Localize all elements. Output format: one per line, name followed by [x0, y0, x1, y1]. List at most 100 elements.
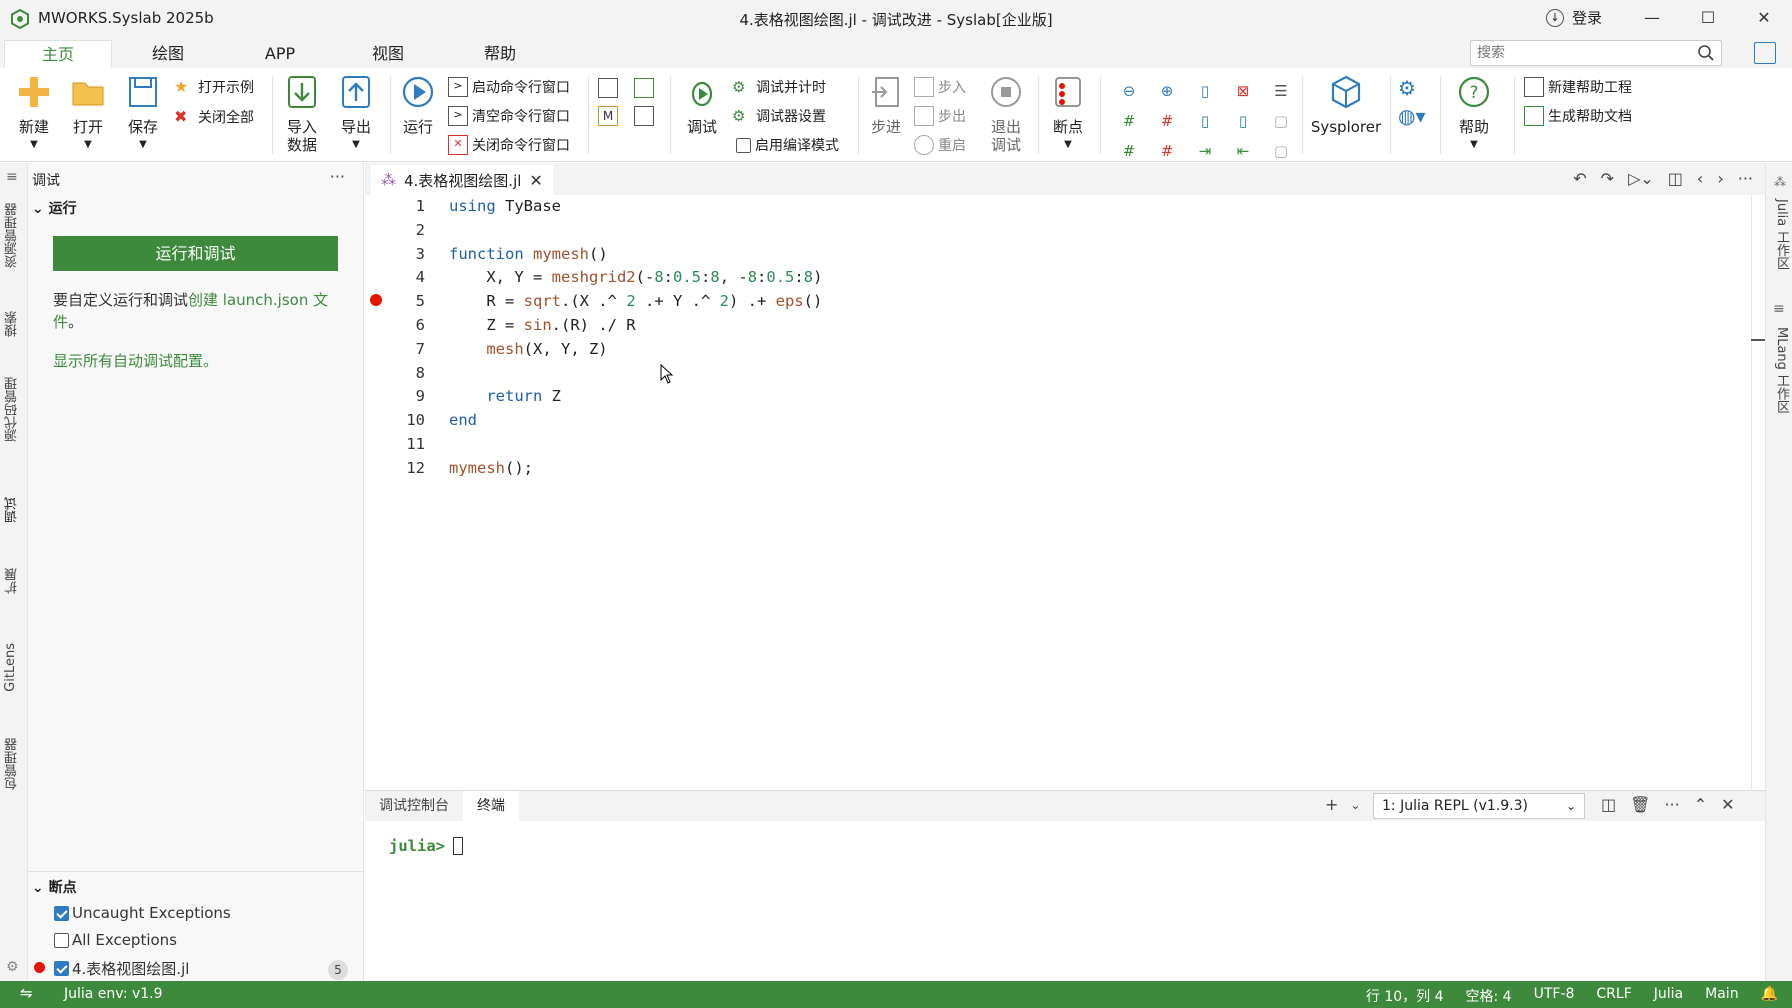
tab-view[interactable]: 视图	[340, 40, 436, 68]
new-help-project-button[interactable]: 新建帮助工程	[1524, 76, 1632, 98]
settings-gear-icon-bottom[interactable]: ⚙	[6, 959, 19, 975]
maximize-button[interactable]: ☐	[1680, 0, 1736, 36]
tab-plot[interactable]: 绘图	[120, 40, 216, 68]
activity-scm[interactable]: 源代码管理	[3, 377, 22, 442]
indent-status[interactable]: 空格: 4	[1466, 986, 1512, 1006]
tab-debug-console[interactable]: 调试控制台	[365, 791, 463, 821]
terminal-select[interactable]: 1: Julia REPL (v1.9.3) ⌄	[1373, 793, 1585, 819]
login-button[interactable]: ↓ 登录	[1546, 7, 1602, 28]
activity-explorer[interactable]: 资源管理器	[3, 203, 22, 268]
breakpoints-section-header[interactable]: ⌄ 断点	[32, 877, 77, 897]
tab-home[interactable]: 主页	[4, 40, 112, 68]
run-button[interactable]: 运行	[396, 74, 440, 136]
close-tab-icon[interactable]: ✕	[529, 171, 542, 190]
workspace-icon[interactable]	[634, 78, 654, 98]
terminal-output[interactable]: julia>	[389, 837, 463, 855]
blank-box-icon-2[interactable]: ▢	[1262, 136, 1300, 166]
gen-help-doc-button[interactable]: 生成帮助文档	[1524, 105, 1632, 127]
breakpoint-uncaught[interactable]: Uncaught Exceptions	[54, 904, 231, 922]
outdent-icon[interactable]: ⇤	[1224, 136, 1262, 166]
checkbox-checked-icon[interactable]	[54, 905, 69, 921]
forward-circle-icon[interactable]: ⊕	[1148, 76, 1186, 106]
breakpoint-button[interactable]: 断点 ▼	[1046, 74, 1090, 154]
help-button[interactable]: ? 帮助 ▼	[1452, 74, 1496, 154]
eol-status[interactable]: CRLF	[1596, 986, 1631, 1006]
add-terminal-icon[interactable]: +	[1325, 795, 1338, 815]
tab-terminal[interactable]: 终端	[463, 791, 519, 821]
step-out-button[interactable]: 步出	[914, 105, 966, 127]
mlang-workspace-tab[interactable]: MLang 工作区	[1772, 327, 1791, 413]
save-button[interactable]: 保存 ▼	[121, 74, 165, 154]
split-terminal-icon[interactable]: ◫	[1601, 795, 1616, 814]
step-button[interactable]: 步进	[864, 74, 908, 136]
breakpoint-file[interactable]: 4.表格视图绘图.jl	[34, 958, 189, 979]
notification-bell-icon[interactable]: 🔔	[1761, 986, 1778, 1006]
step-in-button[interactable]: 步入	[914, 76, 966, 98]
open-examples-button[interactable]: ★ 打开示例	[174, 76, 254, 98]
redo-icon[interactable]: ↷	[1601, 169, 1614, 188]
compile-mode-checkbox[interactable]: 启用编译模式	[736, 134, 839, 156]
debug-timer-button[interactable]: ⚙ 调试并计时	[732, 76, 826, 98]
split-editor-icon[interactable]: ◫	[1668, 169, 1683, 188]
scrollbar-track[interactable]	[1751, 195, 1752, 790]
julia-env-status[interactable]: Julia env: v1.9	[64, 986, 163, 1002]
remote-icon[interactable]: ⇋	[20, 984, 33, 1002]
prev-bookmark-icon[interactable]: ▯	[1186, 106, 1224, 136]
start-cmd-button[interactable]: > 启动命令行窗口	[448, 76, 570, 98]
language-status[interactable]: Julia	[1654, 986, 1683, 1006]
m-file-icon[interactable]: M	[598, 106, 618, 126]
activity-debug[interactable]: 调试	[3, 497, 22, 523]
close-cmd-button[interactable]: ✕ 关闭命令行窗口	[448, 134, 570, 156]
layout-toggle-icon[interactable]	[1754, 42, 1776, 64]
julia-workspace-tab[interactable]: Julia 工作区	[1772, 199, 1791, 269]
notes-icon[interactable]	[634, 106, 654, 126]
editor-tab[interactable]: ⁂ 4.表格视图绘图.jl ✕	[371, 165, 553, 195]
editor-more-icon[interactable]: ···	[1738, 169, 1753, 188]
search-icon[interactable]	[1697, 44, 1715, 62]
breakpoint-all[interactable]: All Exceptions	[54, 931, 177, 949]
activity-search[interactable]: 搜索	[3, 311, 22, 337]
settings-gear-icon[interactable]: ⚙	[1398, 76, 1416, 100]
close-panel-icon[interactable]: ✕	[1721, 795, 1734, 814]
clear-bookmark-icon[interactable]: ⊠	[1224, 76, 1262, 106]
activity-gitlens[interactable]: GitLens	[3, 643, 18, 692]
nav-forward-icon[interactable]: ›	[1717, 169, 1723, 188]
restart-button[interactable]: 重启	[914, 134, 966, 156]
import-data-button[interactable]: 导入 数据	[280, 74, 324, 154]
terminal-dropdown-icon[interactable]: ⌄	[1350, 795, 1360, 815]
comment-icon[interactable]: #	[1110, 106, 1148, 136]
bookmark-icon[interactable]: ▯	[1186, 76, 1224, 106]
activity-extensions[interactable]: 扩展	[3, 568, 22, 594]
minimize-button[interactable]: —	[1624, 0, 1680, 36]
sidebar-more-button[interactable]: ···	[330, 167, 345, 186]
checkbox-checked-icon[interactable]	[54, 961, 69, 976]
tab-help[interactable]: 帮助	[452, 40, 548, 68]
comment-block-icon[interactable]: #	[1110, 136, 1148, 166]
script-icon[interactable]	[598, 78, 618, 98]
export-button[interactable]: 导出 ▼	[334, 74, 378, 154]
close-all-button[interactable]: ✖ 关闭全部	[174, 106, 254, 128]
tab-app[interactable]: APP	[232, 40, 328, 68]
encoding-status[interactable]: UTF-8	[1534, 986, 1575, 1006]
run-file-icon[interactable]: ▷⌄	[1628, 169, 1654, 188]
activity-packages[interactable]: 包管理器	[3, 738, 22, 790]
maximize-panel-icon[interactable]: ⌃	[1694, 795, 1707, 814]
next-bookmark-icon[interactable]: ▯	[1224, 106, 1262, 136]
trash-icon[interactable]: 🗑	[1630, 795, 1650, 814]
close-window-button[interactable]: ✕	[1736, 0, 1792, 36]
uncomment-icon[interactable]: #	[1148, 106, 1186, 136]
run-section-header[interactable]: ⌄ 运行	[32, 198, 77, 218]
debug-button[interactable]: 调试	[680, 74, 724, 136]
show-all-configs-link[interactable]: 显示所有自动调试配置。	[53, 350, 343, 372]
indent-icon[interactable]: ⇥	[1186, 136, 1224, 166]
blank-box-icon[interactable]: ▢	[1262, 106, 1300, 136]
run-and-debug-button[interactable]: 运行和调试	[53, 236, 338, 271]
checkbox-unchecked-icon[interactable]	[54, 932, 69, 948]
panel-more-icon[interactable]: ···	[1664, 795, 1679, 814]
clear-cmd-button[interactable]: > 清空命令行窗口	[448, 105, 570, 127]
exit-debug-button[interactable]: 退出 调试	[984, 74, 1028, 154]
globe-icon[interactable]: ◍▾	[1398, 104, 1426, 128]
menu-lines-icon[interactable]: ≡	[6, 169, 18, 185]
search-input[interactable]	[1471, 41, 1681, 65]
undo-icon[interactable]: ↶	[1573, 169, 1586, 188]
